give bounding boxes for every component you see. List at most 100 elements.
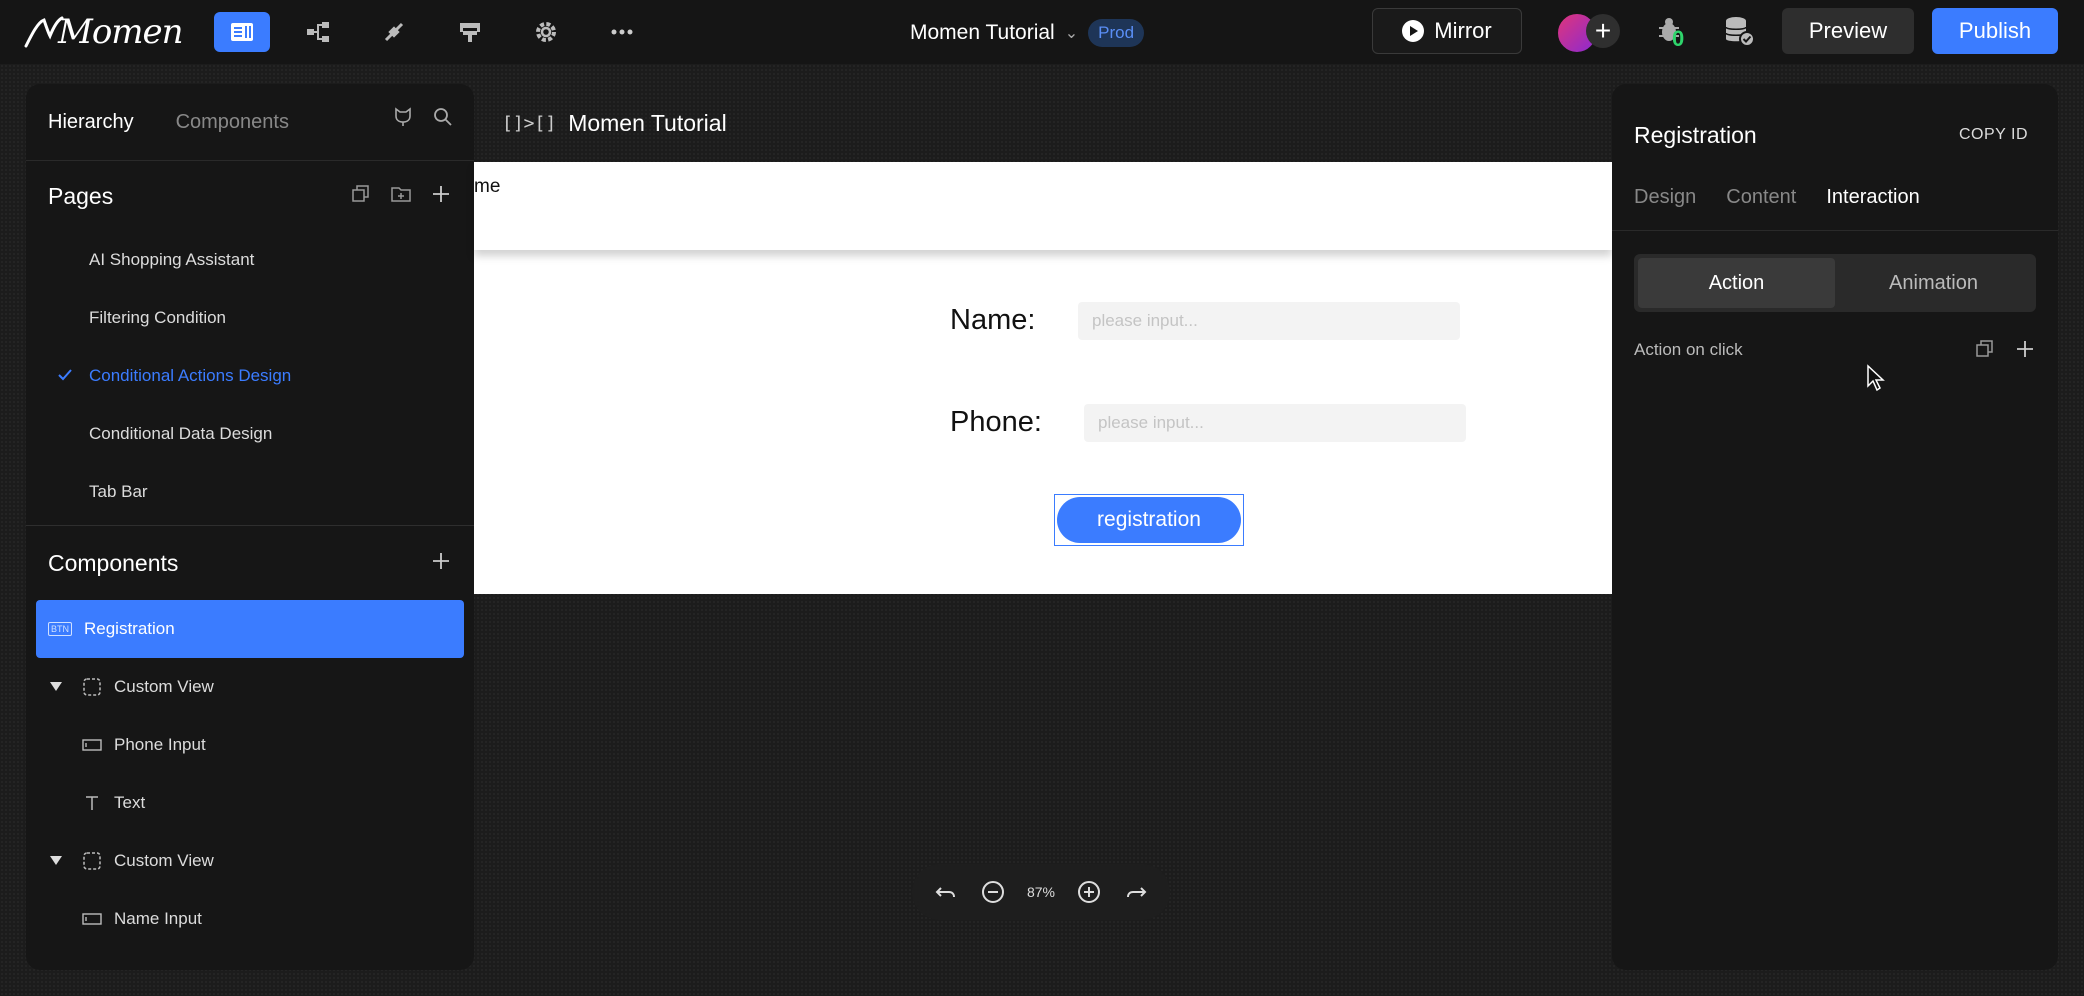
tab-components[interactable]: Components [176,111,289,134]
zoom-in-icon[interactable] [1076,879,1102,905]
phone-placeholder: please input... [1098,413,1204,432]
tree-item[interactable]: Name Input [26,890,474,948]
registration-button[interactable]: registration [1057,497,1241,543]
tab-content[interactable]: Content [1726,186,1796,209]
check-icon [58,369,72,381]
phone-input[interactable]: please input... [1084,404,1466,442]
project-switcher[interactable]: Momen Tutorial ⌄ Prod [910,16,1145,50]
selected-component-title: Registration [1634,122,1757,148]
more-nav-button[interactable] [594,12,650,52]
more-icon [611,29,633,35]
page-preview[interactable]: me Name: please input... Phone: please i… [474,162,1612,594]
settings-icon [536,22,556,42]
tab-hierarchy[interactable]: Hierarchy [48,111,134,134]
text-icon [86,796,98,810]
tree-item[interactable]: Phone Input [26,716,474,774]
copy-id-button[interactable]: COPY ID [1959,126,2028,144]
github-icon[interactable] [392,106,414,128]
page-label: Tab Bar [89,482,148,501]
page-item[interactable]: Conditional Data Design [26,405,474,463]
property-tabs: Design Content Interaction [1634,186,1920,209]
canvas-title-text: Momen Tutorial [568,110,727,136]
preview-button[interactable]: Preview [1782,8,1914,54]
pages-section-header: Pages [26,161,474,231]
zoom-level[interactable]: 87% [1027,884,1055,900]
settings-nav-button[interactable] [518,12,574,52]
add-folder-icon[interactable] [390,183,412,205]
bug-count: 0 [1672,26,1685,51]
add-page-icon[interactable] [430,183,452,205]
input-icon [82,739,102,751]
search-icon[interactable] [432,106,454,128]
project-title: Momen Tutorial [910,21,1055,44]
add-action-icon[interactable] [2014,338,2036,360]
page-item[interactable]: Tab Bar [26,463,474,521]
api-nav-button[interactable] [442,12,498,52]
mirror-label: Mirror [1434,18,1492,43]
page-label: Filtering Condition [89,308,227,327]
components-title: Components [48,549,179,576]
api-icon [460,23,480,42]
tree-label: Phone Input [114,735,206,754]
name-input[interactable]: please input... [1078,302,1460,340]
page-item[interactable]: AI Shopping Assistant [26,231,474,289]
button-type-icon: BTN [48,622,72,636]
tree-label: Custom View [114,851,214,870]
invite-collaborator-button[interactable]: + [1586,14,1620,48]
component-label: Registration [84,619,175,638]
code-icon: []>[] [502,113,557,134]
pages-nav-button[interactable] [214,12,270,52]
copy-action-icon[interactable] [1974,338,1996,360]
momen-logo[interactable]: Momen [24,12,184,52]
page-header[interactable]: me [474,162,1612,250]
interaction-segmented-control: Action Animation [1634,254,2036,312]
input-icon [82,913,102,925]
name-placeholder: please input... [1092,311,1198,330]
tab-interaction[interactable]: Interaction [1826,186,1919,209]
component-item-selected[interactable]: BTN Registration [36,600,464,658]
mouse-cursor-icon [1867,364,1885,392]
canvas-page-title[interactable]: []>[] Momen Tutorial [502,110,727,137]
page-label: Conditional Data Design [89,424,273,443]
chevron-down-icon: ⌄ [1064,25,1079,42]
action-on-click-label: Action on click [1634,340,1743,359]
redo-icon[interactable] [1123,879,1149,905]
expand-arrow-icon[interactable] [50,682,62,691]
undo-icon[interactable] [933,879,959,905]
page-item[interactable]: Filtering Condition [26,289,474,347]
tree-item[interactable]: Custom View [26,658,474,716]
divider [1612,230,2058,231]
tree-item[interactable]: Text [26,774,474,832]
left-panel: Hierarchy Components Pages AI Shopping A… [26,84,474,970]
selection-outline: registration [1054,494,1244,546]
data-model-nav-button[interactable] [290,12,346,52]
actions-icon [384,22,404,42]
top-bar: Momen Momen Tutorial ⌄ Prod Mirror + 0 P… [0,0,2084,64]
database-status-icon[interactable] [1722,14,1756,48]
tab-design[interactable]: Design [1634,186,1696,209]
right-panel: Registration COPY ID Design Content Inte… [1612,84,2058,970]
copy-page-icon[interactable] [350,183,372,205]
tree-label: Text [114,793,146,812]
components-section-header: Components [26,526,474,600]
page-label: AI Shopping Assistant [89,250,255,269]
play-icon [1402,20,1425,42]
custom-view-icon [83,852,101,870]
segment-animation[interactable]: Animation [1835,258,2032,308]
zoom-toolbar: 87% [912,864,1170,920]
add-component-icon[interactable] [430,550,452,572]
tree-label: Name Input [114,909,202,928]
segment-action[interactable]: Action [1638,258,1835,308]
tree-item[interactable]: Custom View [26,832,474,890]
zoom-out-icon[interactable] [980,879,1006,905]
left-panel-tabs: Hierarchy Components [26,84,474,161]
logo-text: Momen [58,12,184,52]
env-badge[interactable]: Prod [1088,19,1145,47]
name-label: Name: [950,304,1036,336]
phone-label: Phone: [950,406,1042,438]
page-item-selected[interactable]: Conditional Actions Design [26,347,474,405]
publish-button[interactable]: Publish [1932,8,2058,54]
expand-arrow-icon[interactable] [50,856,62,865]
actions-nav-button[interactable] [366,12,422,52]
mirror-button[interactable]: Mirror [1372,8,1522,54]
